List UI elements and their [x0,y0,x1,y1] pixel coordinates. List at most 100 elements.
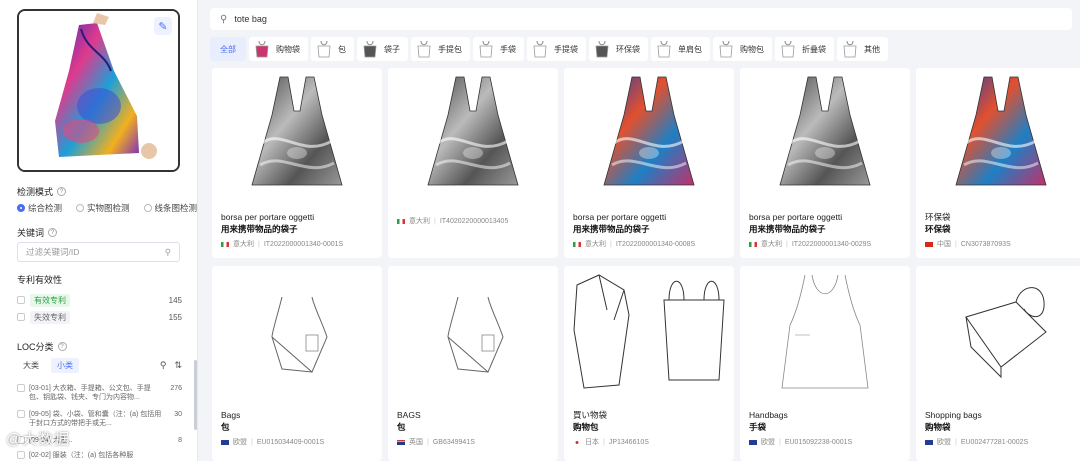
search-query[interactable]: tote bag [234,14,267,24]
category-chip-label: 手提袋 [554,44,578,54]
checkbox[interactable] [17,410,25,418]
result-card[interactable]: Shopping bags 购物袋 欧盟 | EU002477281-0002S [916,266,1080,461]
category-chips: 全部 购物袋 包 袋子 手提包 手袋 手提袋 环保袋 单肩包 购物包 折叠袋 其他 [210,36,1072,62]
category-chip[interactable]: 全部 [210,37,246,61]
result-meta: 日本 | JP1346610S [564,433,734,447]
category-chip-label: 包 [338,44,346,54]
category-chip[interactable]: 包 [311,37,354,61]
result-patent-id[interactable]: IT2022000001340-0001S [264,241,343,248]
result-image[interactable] [564,68,734,200]
category-chip[interactable]: 手提袋 [527,37,586,61]
search-icon[interactable]: ⚲ [165,247,171,258]
result-image[interactable] [740,68,910,200]
validity-valid-row[interactable]: 有效专利 145 [17,293,182,307]
result-card[interactable]: Bags 包欧盟 | EU015034409-0001S [212,266,382,461]
result-image[interactable] [388,266,558,398]
keyword-placeholder: 过滤关键词/ID [26,247,80,257]
invalid-count: 155 [168,312,182,322]
category-chip[interactable]: 环保袋 [589,37,648,61]
result-patent-id[interactable]: IT2022000001340-0008S [616,241,695,248]
radio-mode-photo[interactable]: 实物图检测 [76,202,130,214]
keyword-filter-input[interactable]: 过滤关键词/ID ⚲ [17,242,180,262]
detect-mode-options: 综合检测 实物图检测 线条图检测 [17,202,197,214]
country-flag-icon [749,439,757,445]
tab-major[interactable]: 大类 [17,358,45,373]
loc-item-count: 276 [170,385,182,392]
help-icon[interactable]: ? [48,228,58,237]
validity-label: 专利有效性 [17,275,63,285]
result-patent-id[interactable]: IT4020220000013405 [440,218,509,225]
result-image[interactable] [564,266,734,398]
result-image[interactable] [388,68,558,200]
search-icon[interactable]: ⚲ [160,360,167,371]
result-card[interactable]: 買い物袋 购物包 日本 | JP1346610S [564,266,734,461]
result-card[interactable]: Handbags 手袋 欧盟 | EU015092238-0001S [740,266,910,461]
category-chip[interactable]: 单肩包 [651,37,710,61]
result-title: Handbags [749,410,788,420]
tab-minor[interactable]: 小类 [51,358,79,373]
category-chip[interactable]: 购物袋 [249,37,308,61]
result-card[interactable]: BAGS 包英国 | GB6349941S [388,266,558,461]
result-image[interactable] [740,266,910,398]
result-patent-id[interactable]: IT2022000001340-0029S [792,241,871,248]
meta-divider: | [427,438,429,446]
category-thumbnail-icon [841,39,859,59]
result-patent-id[interactable]: EU002477281-0002S [961,439,1028,446]
query-image-preview[interactable]: ✎ [17,9,180,172]
loc-item[interactable]: [09-05] 袋、小袋、管和囊（注：(a) 包括用于封口方式的带把手或无...… [17,410,182,428]
result-card[interactable]: borsa per portare oggetti 用来携带物品的袋子 意大利 | IT… [212,68,382,258]
radio-mode-combined[interactable]: 综合检测 [17,202,62,214]
loc-item-text: [09-05] 袋、小袋、管和囊（注：(a) 包括用于封口方式的带把手或无... [29,411,162,427]
loc-item-count: 30 [174,411,182,418]
help-icon[interactable]: ? [57,342,67,351]
result-title: 買い物袋 [573,410,608,420]
checkbox[interactable] [17,296,25,304]
result-image[interactable] [212,68,382,200]
magic-wand-icon[interactable]: ✎ [154,17,172,35]
checkbox[interactable] [17,313,25,321]
result-card[interactable]: borsa per portare oggetti 用来携带物品的袋子 意大利 | IT… [740,68,910,258]
radio-mode-line[interactable]: 线条图检测 [143,202,197,214]
category-chip[interactable]: 手袋 [473,37,524,61]
country-flag-icon [749,241,757,247]
result-card[interactable]: 意大利 | IT4020220000013405 [388,68,558,258]
category-chip[interactable]: 袋子 [357,37,408,61]
result-card[interactable]: 环保袋 环保袋 中国 | CN307387093S [916,68,1080,258]
help-icon[interactable]: ? [57,187,67,196]
loc-tabs: 大类 小类 ⚲ ⇅ [17,358,182,373]
result-image[interactable] [212,266,382,398]
result-image[interactable] [916,266,1080,398]
validity-invalid-row[interactable]: 失效专利 155 [17,310,182,324]
result-patent-id[interactable]: CN307387093S [961,241,1011,248]
result-meta: 欧盟 | EU015092238-0001S [740,433,910,447]
result-patent-id[interactable]: GB6349941S [433,439,475,446]
category-chip[interactable]: 购物包 [713,37,772,61]
result-card[interactable]: borsa per portare oggetti 用来携带物品的袋子 意大利 | IT… [564,68,734,258]
category-chip-label: 其他 [864,44,880,54]
filter-sidebar: ✎ 检测模式 ? 综合检测 实物图检测 线条图检测 关键词 ? 过滤关键词/ID… [0,0,198,461]
result-meta: 欧盟 | EU015034409-0001S [212,433,382,447]
sidebar-scrollbar[interactable] [194,360,197,430]
checkbox[interactable] [17,384,25,392]
meta-divider: | [603,438,605,446]
category-thumbnail-icon [593,39,611,59]
category-chip[interactable]: 折叠袋 [775,37,834,61]
checkbox[interactable] [17,451,25,459]
valid-tag: 有效专利 [30,293,70,307]
meta-divider: | [434,217,436,225]
category-chip[interactable]: 手提包 [411,37,470,61]
country-flag-icon [925,439,933,445]
sort-icon[interactable]: ⇅ [174,360,182,371]
category-chip[interactable]: 其他 [837,37,888,61]
search-bar[interactable]: ⚲ tote bag [210,8,1072,30]
result-image[interactable] [916,68,1080,200]
loc-item[interactable]: [03-01] 大衣箱、手提箱、公文包、手提包、钥匙袋、钱夹、专门为内容物...… [17,384,182,402]
result-patent-id[interactable]: JP1346610S [609,439,649,446]
result-meta: 意大利 | IT2022000001340-0008S [564,235,734,249]
result-patent-id[interactable]: EU015034409-0001S [257,439,324,446]
category-chip-label: 环保袋 [616,44,640,54]
keyword-title: 关键词 ? [17,226,58,239]
query-bag-image [19,11,178,170]
loc-item[interactable]: [02-02] 服装（注：(a) 包括各种服 [17,451,182,460]
result-patent-id[interactable]: EU015092238-0001S [785,439,852,446]
